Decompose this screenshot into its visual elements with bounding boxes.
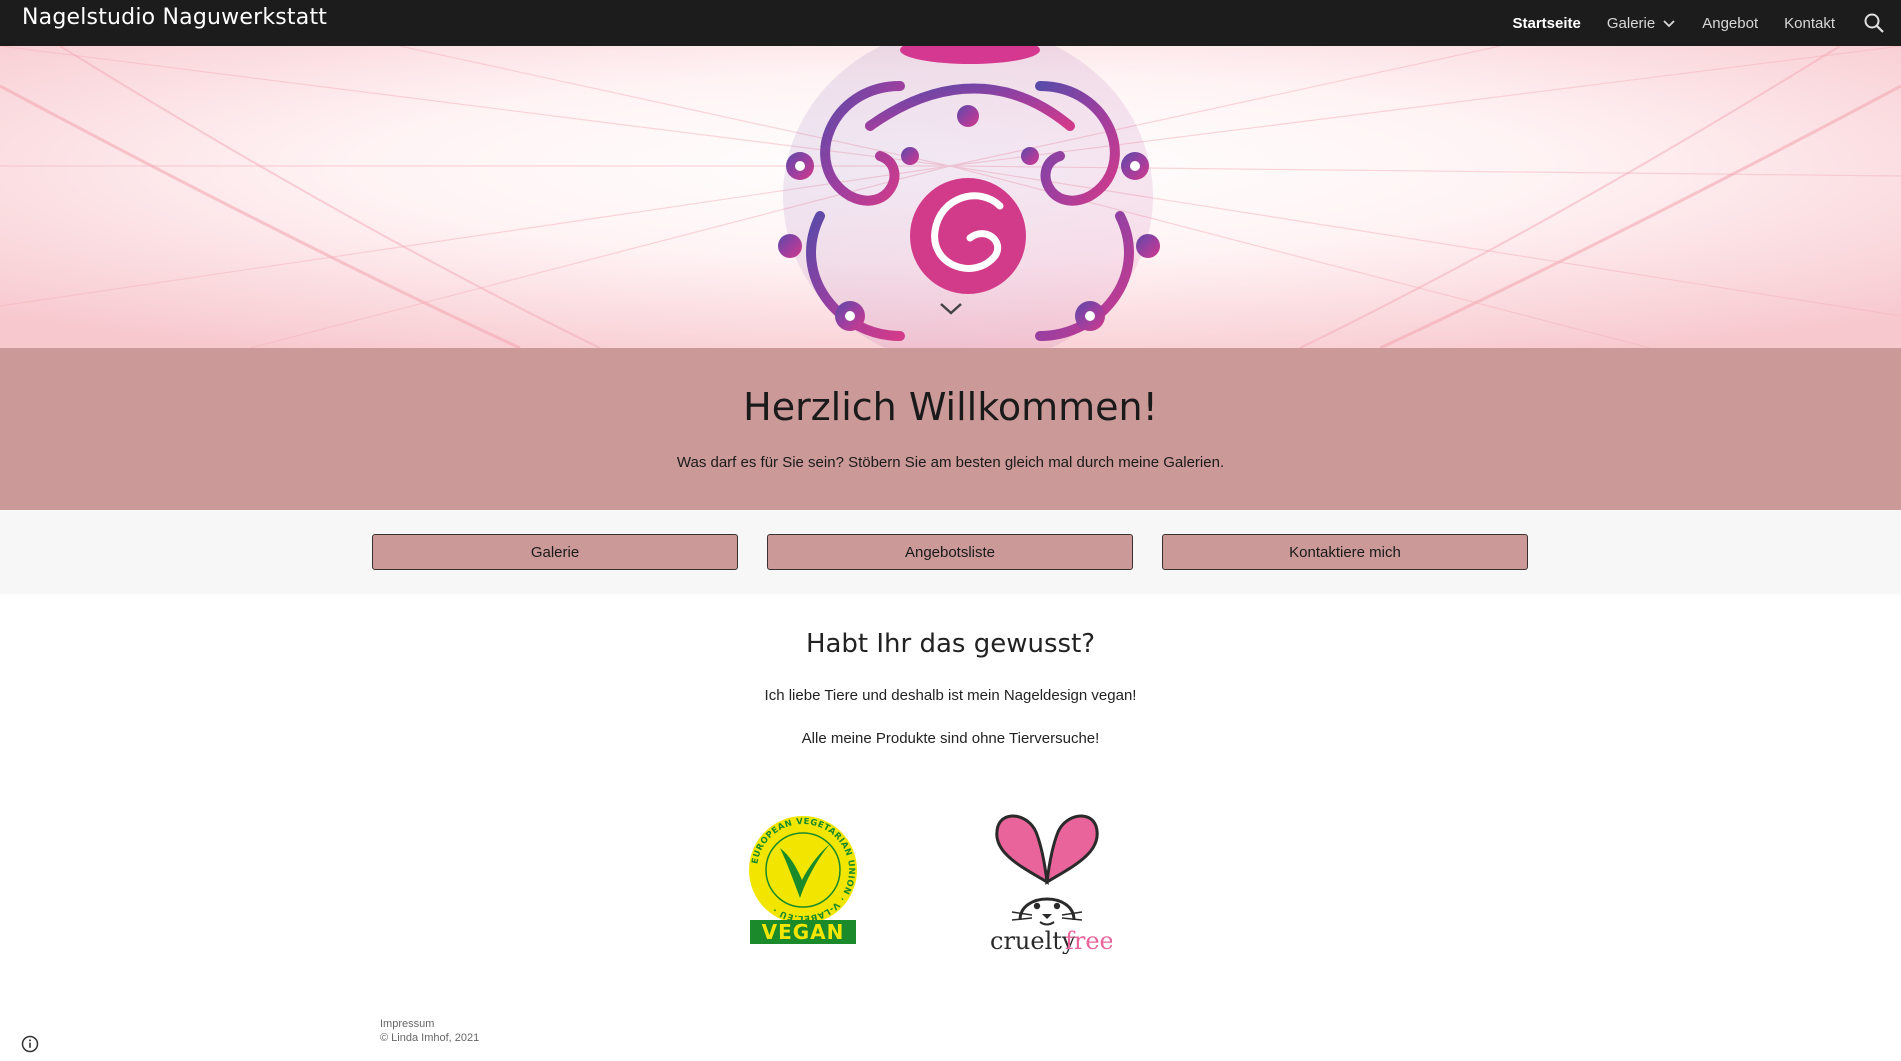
info-line-vegan: Ich liebe Tiere und deshalb ist mein Nag… <box>764 687 1137 704</box>
nav-angebot[interactable]: Angebot <box>1702 15 1758 32</box>
nav-kontakt-label: Kontakt <box>1784 14 1835 32</box>
main-nav: Startseite Galerie Angebot Kontakt <box>1487 0 1901 46</box>
site-title[interactable]: Nagelstudio Naguwerkstatt <box>22 5 327 30</box>
free-word: free <box>1065 927 1112 954</box>
hero-banner-image <box>0 46 1901 348</box>
vegan-v-label-logo: EUROPEAN VEGETARIAN UNION · V-LABEL.EU ·… <box>749 816 857 944</box>
kontaktiere-mich-button[interactable]: Kontaktiere mich <box>1162 534 1528 570</box>
info-line-tierversuche: Alle meine Produkte sind ohne Tierversuc… <box>801 730 1100 747</box>
top-navigation-bar: Nagelstudio Naguwerkstatt Startseite Gal… <box>0 0 1901 46</box>
ornament-letter-g-image <box>0 46 1901 348</box>
call-to-action-section: Galerie Angebotsliste Kontaktiere mich <box>0 510 1901 594</box>
angebotsliste-button[interactable]: Angebotsliste <box>767 534 1133 570</box>
copyright-text: © Linda Imhof, 2021 <box>380 1032 480 1044</box>
vegan-label-text: VEGAN <box>762 920 845 944</box>
search-icon[interactable] <box>1863 12 1885 34</box>
info-icon[interactable] <box>21 1035 39 1053</box>
nav-angebot-label: Angebot <box>1702 14 1759 32</box>
chevron-down-icon[interactable] <box>1662 16 1676 30</box>
welcome-section: Herzlich Willkommen! Was darf es für Sie… <box>0 348 1901 510</box>
info-title: Habt Ihr das gewusst? <box>805 629 1096 659</box>
cruelty-word: cruelty <box>990 927 1076 954</box>
galerie-button[interactable]: Galerie <box>372 534 738 570</box>
nav-kontakt[interactable]: Kontakt <box>1784 15 1835 32</box>
nav-startseite-label: Startseite <box>1512 14 1581 32</box>
nav-startseite[interactable]: Startseite <box>1513 15 1581 32</box>
cruelty-free-bunny-logo: cruelty free <box>990 814 1112 954</box>
footer: Impressum © Linda Imhof, 2021 <box>380 1017 479 1045</box>
welcome-text: Was darf es für Sie sein? Stöbern Sie am… <box>676 454 1225 471</box>
nav-galerie-label: Galerie <box>1606 14 1656 32</box>
impressum-link[interactable]: Impressum <box>380 1017 479 1031</box>
welcome-title: Herzlich Willkommen! <box>743 385 1158 429</box>
nav-galerie[interactable]: Galerie <box>1607 15 1676 32</box>
